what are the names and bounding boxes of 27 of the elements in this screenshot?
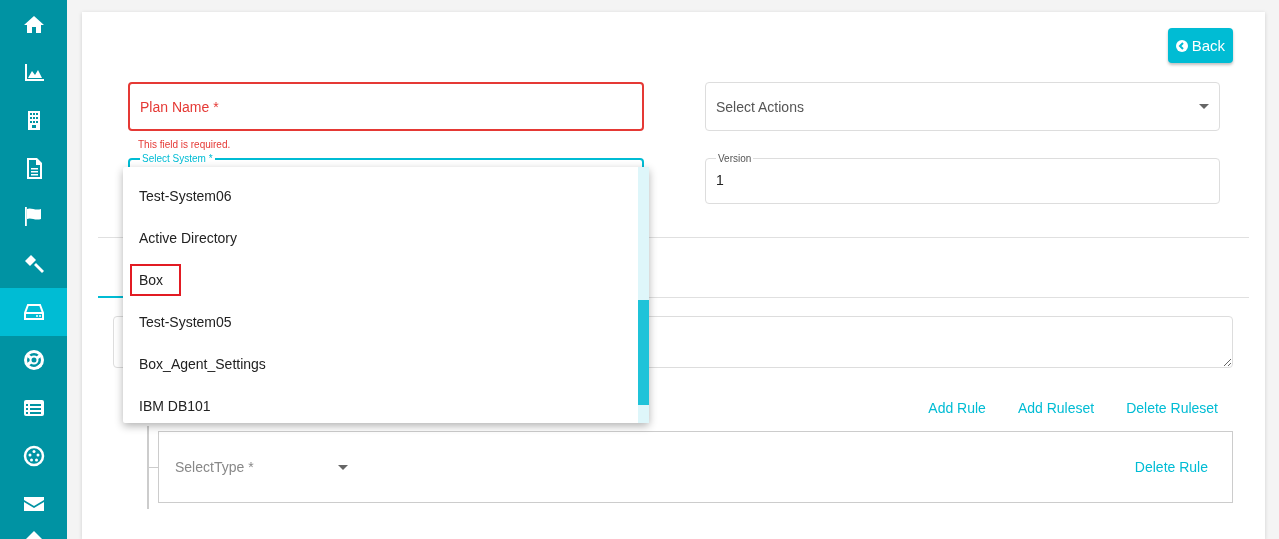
list-icon [22, 397, 45, 419]
highlight-frame: Box_Agent_Settings [130, 348, 284, 380]
caret-icon [337, 464, 348, 470]
dropdown-option[interactable]: Active Directory [123, 217, 638, 259]
drive-icon [22, 301, 45, 323]
area-chart-icon [22, 61, 45, 83]
highlight-frame: Test-System06 [130, 180, 250, 212]
highlight-frame: Box [130, 264, 182, 296]
dropdown-option[interactable]: Box [123, 259, 638, 301]
life-ring-icon [22, 349, 45, 371]
home-icon [22, 13, 45, 35]
caret-icon [1199, 104, 1209, 109]
highlight-frame: IBM DB101 [130, 390, 229, 422]
dropdown-option[interactable]: Test-System06 [123, 175, 638, 217]
dropdown-option[interactable]: IBM DB101 [123, 385, 638, 427]
version-field[interactable]: Version 1 [705, 153, 1220, 204]
sidebar-item[interactable] [0, 288, 67, 336]
dropdown-option[interactable]: Test-System05 [123, 301, 638, 343]
dropdown-option[interactable]: Box_Agent_Settings [123, 343, 638, 385]
scrollbar[interactable] [638, 167, 649, 423]
select-actions-dropdown[interactable]: Select Actions [705, 82, 1220, 131]
highlight-frame: Test-System05 [130, 306, 250, 338]
error-message: This field is required. [138, 139, 232, 152]
plan-name-field[interactable]: Plan Name * [128, 82, 644, 131]
select-type-dropdown[interactable]: SelectType * [175, 459, 348, 475]
dotted-circle-icon [22, 445, 45, 467]
highlight-frame: Active Directory [130, 222, 256, 254]
